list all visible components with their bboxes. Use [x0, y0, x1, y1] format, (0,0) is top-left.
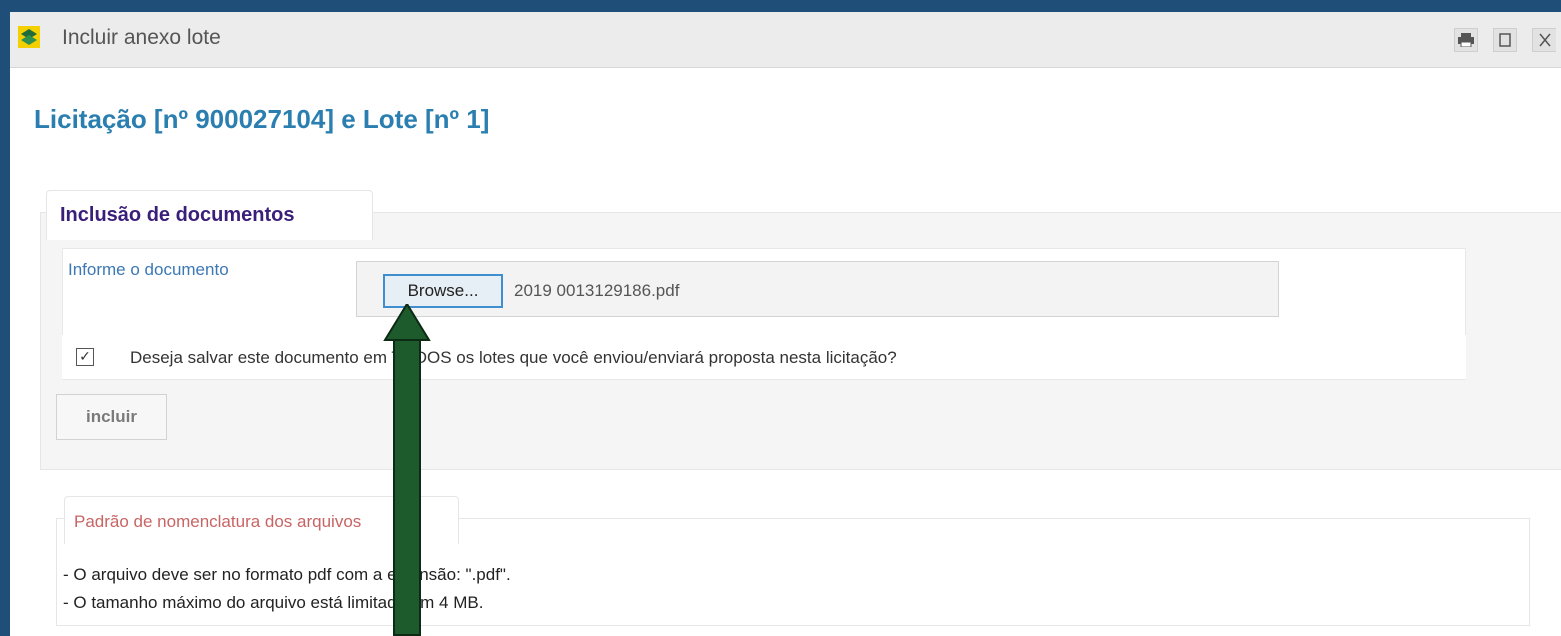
page-title: Licitação [nº 900027104] e Lote [nº 1]: [34, 104, 490, 134]
incluir-button[interactable]: incluir: [56, 394, 167, 440]
browse-button[interactable]: Browse...: [383, 274, 503, 308]
close-icon[interactable]: [1532, 28, 1556, 52]
dialog-window: Incluir anexo lote Licitação [nº 9000271…: [10, 12, 1561, 636]
checkmark-icon: ✓: [79, 349, 91, 365]
maximize-icon[interactable]: [1493, 28, 1517, 52]
document-field-label: Informe o documento: [68, 260, 229, 279]
title-bar: Incluir anexo lote: [10, 12, 1561, 68]
printer-icon[interactable]: [1454, 28, 1478, 52]
save-all-checkbox[interactable]: ✓: [76, 348, 94, 366]
naming-rules-title: Padrão de nomenclatura dos arquivos: [74, 512, 362, 531]
upload-panel-title: Inclusão de documentos: [60, 204, 295, 226]
bank-logo-icon: [18, 26, 40, 48]
save-all-label: Deseja salvar este documento em TODOS os…: [130, 348, 897, 367]
naming-rule-line: - O arquivo deve ser no formato pdf com …: [63, 565, 511, 584]
selected-file-name: 2019 0013129186.pdf: [514, 281, 680, 300]
up-arrow-icon: [393, 338, 421, 636]
window-title: Incluir anexo lote: [62, 26, 221, 49]
